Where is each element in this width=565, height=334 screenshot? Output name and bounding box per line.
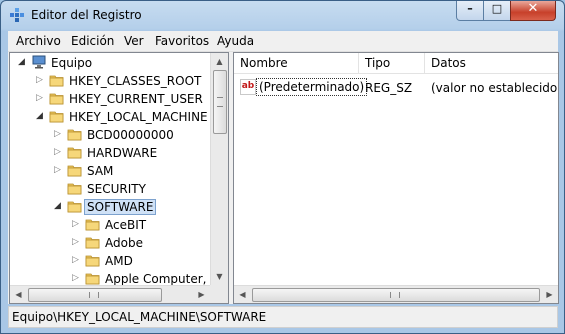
column-header-datos[interactable]: Datos (425, 53, 558, 74)
menu-ayuda[interactable]: Ayuda (217, 34, 254, 48)
tree-item-label: SAM (87, 164, 114, 178)
title-bar[interactable]: Editor del Registro – □ ✕ (1, 1, 564, 31)
menu-edicion[interactable]: Edición (71, 34, 114, 48)
menu-ver[interactable]: Ver (124, 34, 144, 48)
expanded-arrow-icon[interactable]: ◢ (18, 57, 27, 68)
tree-item-label: HKEY_LOCAL_MACHINE (69, 110, 208, 124)
expanded-arrow-icon[interactable]: ◢ (54, 201, 63, 212)
maximize-icon: □ (491, 2, 503, 15)
folder-open-icon (49, 111, 64, 123)
maximize-button[interactable]: □ (483, 1, 511, 21)
minimize-button[interactable]: – (456, 1, 484, 21)
no-arrow (54, 183, 63, 194)
collapsed-arrow-icon[interactable]: ▷ (36, 75, 45, 86)
column-header-nombre[interactable]: Nombre (234, 53, 359, 74)
collapsed-arrow-icon[interactable]: ▷ (54, 165, 63, 176)
value-data: (valor no establecido) (431, 81, 559, 95)
scroll-left-icon[interactable]: ◀ (234, 286, 251, 303)
window-title: Editor del Registro (31, 8, 142, 22)
status-path: Equipo\HKEY_LOCAL_MACHINE\SOFTWARE (12, 310, 267, 324)
main-content: ◢ Equipo ▷ HKEY_CLASSES_ROOT ▷ HKEY_CURRENT_U… (8, 52, 559, 304)
menu-bar: Archivo Edición Ver Favoritos Ayuda (8, 31, 558, 52)
close-button[interactable]: ✕ (510, 1, 556, 21)
folder-icon (67, 129, 82, 141)
scroll-thumb[interactable] (213, 70, 227, 134)
menu-archivo[interactable]: Archivo (16, 34, 61, 48)
tree-item-label: BCD00000000 (87, 128, 174, 142)
tree-item-label: HKEY_CURRENT_USER (69, 92, 203, 106)
collapsed-arrow-icon[interactable]: ▷ (36, 93, 45, 104)
tree-item-label: AMD (105, 254, 133, 268)
scroll-thumb[interactable] (28, 288, 162, 302)
tree-item-label: Adobe (105, 236, 143, 250)
scroll-down-icon[interactable]: ▼ (211, 268, 228, 285)
column-header-label: Tipo (365, 56, 391, 70)
folder-icon (49, 75, 64, 87)
scroll-thumb[interactable] (252, 288, 540, 302)
folder-open-icon (67, 201, 82, 213)
scroll-up-icon[interactable]: ▲ (211, 53, 228, 70)
scroll-grip-icon (89, 292, 99, 298)
folder-icon (85, 273, 100, 285)
tree-pane[interactable]: ◢ Equipo ▷ HKEY_CLASSES_ROOT ▷ HKEY_CURRENT_U… (9, 52, 229, 304)
scroll-grip-icon (217, 97, 223, 107)
tree-item-label: AceBIT (105, 218, 147, 232)
close-icon: ✕ (527, 1, 539, 16)
folder-icon (49, 93, 64, 105)
tree-item-label: HARDWARE (87, 146, 158, 160)
tree-horizontal-scrollbar[interactable]: ◀ ▶ (10, 285, 210, 303)
values-list-pane[interactable]: Nombre Tipo Datos ab (Predeterminado) RE… (233, 52, 559, 304)
folder-icon (85, 255, 100, 267)
scroll-right-icon[interactable]: ▶ (541, 286, 558, 303)
folder-icon (67, 165, 82, 177)
collapsed-arrow-icon[interactable]: ▷ (54, 129, 63, 140)
collapsed-arrow-icon[interactable]: ▷ (72, 219, 81, 230)
registry-editor-icon (10, 8, 24, 22)
value-type: REG_SZ (365, 81, 413, 95)
folder-icon (85, 237, 100, 249)
computer-icon (32, 55, 46, 69)
column-header-label: Datos (431, 56, 466, 70)
value-name[interactable]: (Predeterminado) (256, 78, 368, 96)
tree-vertical-scrollbar[interactable]: ▲ ▼ (210, 53, 228, 285)
scroll-grip-icon (390, 292, 400, 298)
collapsed-arrow-icon[interactable]: ▷ (72, 255, 81, 266)
collapsed-arrow-icon[interactable]: ▷ (54, 147, 63, 158)
column-header-label: Nombre (240, 56, 288, 70)
tree-item-label: SOFTWARE (83, 199, 157, 215)
tree-item-label: Equipo (51, 56, 93, 70)
status-bar: Equipo\HKEY_LOCAL_MACHINE\SOFTWARE (8, 306, 558, 328)
folder-icon (85, 219, 100, 231)
scroll-corner (210, 285, 228, 303)
scroll-right-icon[interactable]: ▶ (193, 286, 210, 303)
scroll-left-icon[interactable]: ◀ (10, 286, 27, 303)
tree-item-label: Apple Computer, I (105, 272, 214, 286)
collapsed-arrow-icon[interactable]: ▷ (72, 237, 81, 248)
list-horizontal-scrollbar[interactable]: ◀ ▶ (234, 285, 558, 303)
collapsed-arrow-icon[interactable]: ▷ (72, 273, 81, 284)
tree-item-label: HKEY_CLASSES_ROOT (69, 74, 202, 88)
string-value-icon: ab (240, 79, 256, 95)
tree-item-label: SECURITY (87, 182, 146, 196)
registry-editor-window: Editor del Registro – □ ✕ Archivo Edició… (0, 0, 565, 334)
folder-icon (67, 147, 82, 159)
folder-icon (67, 183, 82, 195)
column-header-tipo[interactable]: Tipo (359, 53, 425, 74)
menu-favoritos[interactable]: Favoritos (155, 34, 209, 48)
minimize-icon: – (467, 2, 473, 15)
expanded-arrow-icon[interactable]: ◢ (36, 111, 45, 122)
